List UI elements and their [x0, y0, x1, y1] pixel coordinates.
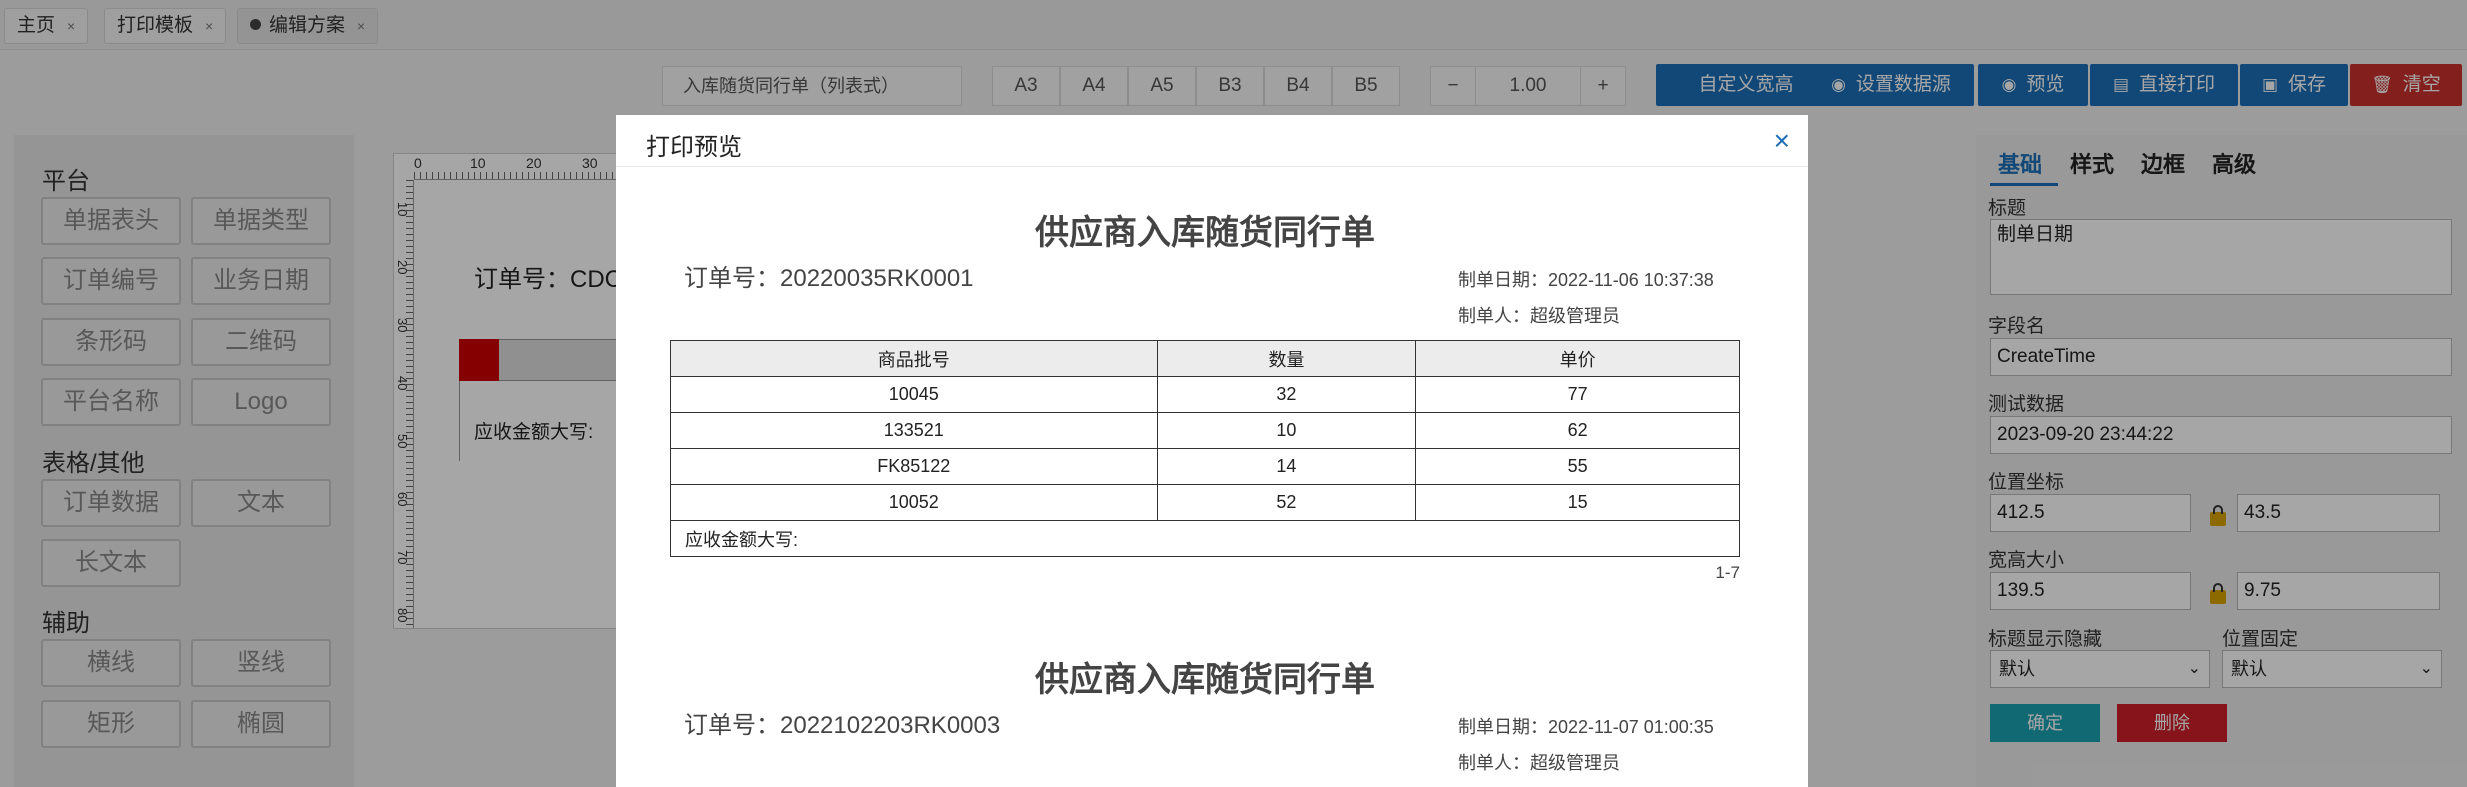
column-header: 单价	[1415, 340, 1740, 377]
table-cell: 55	[1415, 448, 1740, 485]
doc-items-table: 商品批号 数量 单价 10045 32 77 133521 10 62 FK85…	[670, 340, 1740, 557]
table-cell: 32	[1156, 376, 1417, 413]
table-row: FK85122 14 55	[670, 448, 1740, 485]
doc-creator: 制单人：超级管理员	[1458, 306, 1620, 326]
modal-title: 打印预览	[646, 134, 742, 161]
table-header-row: 商品批号 数量 单价	[670, 340, 1740, 377]
amount-in-words-cell: 应收金额大写:	[670, 520, 1740, 557]
doc-order-no: 订单号：2022102203RK0003	[684, 712, 1001, 739]
table-cell: 77	[1415, 376, 1740, 413]
doc-title: 供应商入库随货同行单	[1035, 661, 1375, 699]
modal-header: 打印预览 ×	[616, 115, 1808, 167]
column-header: 数量	[1156, 340, 1417, 377]
table-cell: 133521	[670, 412, 1158, 449]
doc-created-date: 制单日期：2022-11-07 01:00:35	[1458, 717, 1714, 737]
table-cell: 52	[1156, 484, 1417, 521]
table-cell: 14	[1156, 448, 1417, 485]
table-row: 10045 32 77	[670, 376, 1740, 413]
table-cell: 10052	[670, 484, 1158, 521]
table-row: 10052 52 15	[670, 484, 1740, 521]
table-cell: 10045	[670, 376, 1158, 413]
doc-creator: 制单人：超级管理员	[1458, 753, 1620, 773]
table-cell: FK85122	[670, 448, 1158, 485]
table-cell: 62	[1415, 412, 1740, 449]
doc-created-date: 制单日期：2022-11-06 10:37:38	[1458, 270, 1714, 290]
table-row: 应收金额大写:	[670, 520, 1740, 557]
table-cell: 10	[1156, 412, 1417, 449]
table-cell: 15	[1415, 484, 1740, 521]
page-number: 1-7	[1715, 563, 1740, 582]
print-preview-modal: 打印预览 × 供应商入库随货同行单 订单号：20220035RK0001 制单日…	[616, 115, 1808, 787]
table-row: 133521 10 62	[670, 412, 1740, 449]
doc-title: 供应商入库随货同行单	[1035, 214, 1375, 252]
column-header: 商品批号	[670, 340, 1158, 377]
doc-order-no: 订单号：20220035RK0001	[684, 265, 974, 292]
close-icon[interactable]: ×	[1774, 127, 1790, 155]
